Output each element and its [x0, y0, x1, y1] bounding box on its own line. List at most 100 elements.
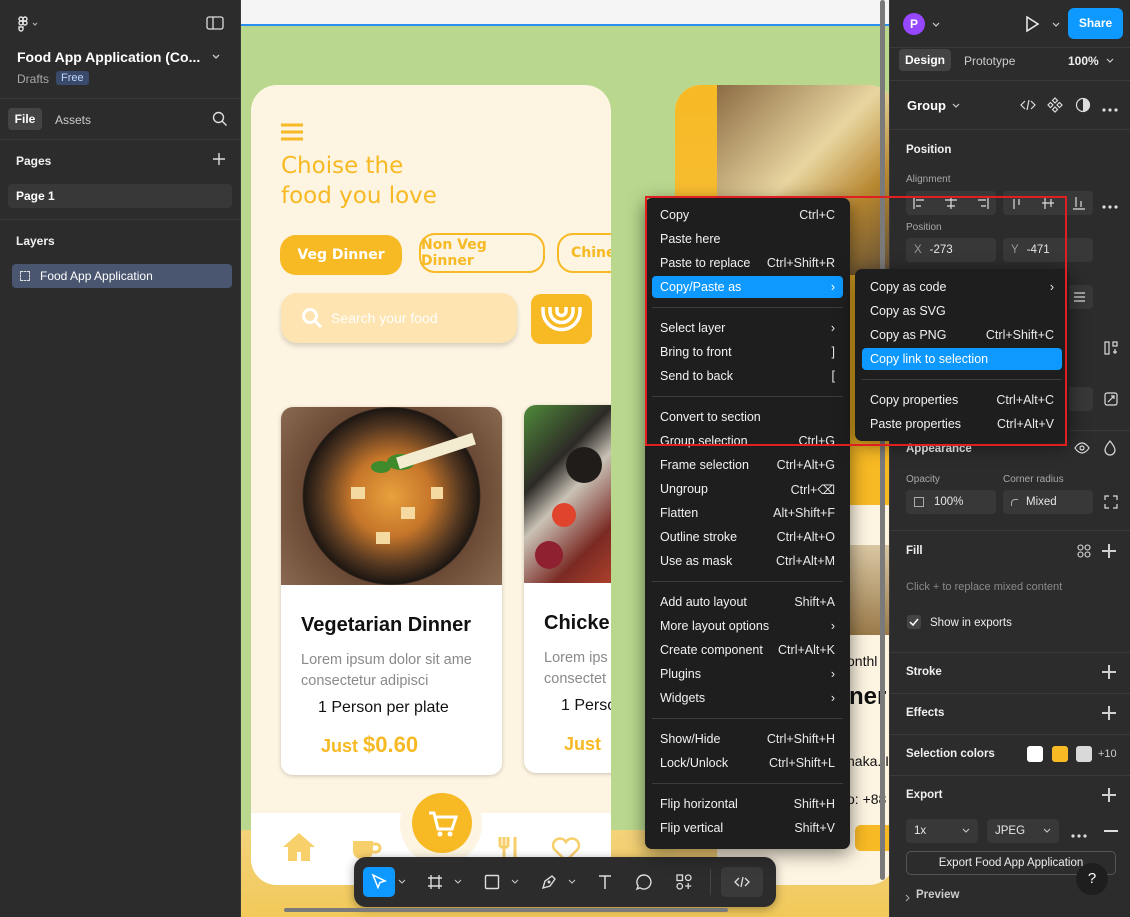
x-position-field[interactable]: X -273 — [906, 238, 996, 262]
present-play-icon[interactable] — [1024, 15, 1040, 33]
toggle-sidebar-icon[interactable] — [206, 16, 224, 30]
pen-tool-button[interactable] — [534, 867, 564, 897]
search-icon[interactable] — [212, 111, 228, 127]
chip-veg-dinner[interactable]: Veg Dinner — [280, 235, 402, 275]
menu-item-bring-to-front[interactable]: Bring to front] — [652, 341, 843, 363]
tab-prototype[interactable]: Prototype — [964, 54, 1015, 68]
figma-menu-icon[interactable] — [14, 14, 42, 34]
align-vertical-group[interactable] — [1003, 191, 1093, 215]
frame-tool-chevron-icon[interactable] — [452, 867, 464, 897]
export-more-icon[interactable] — [1071, 828, 1087, 838]
show-in-exports-checkbox[interactable] — [907, 615, 921, 629]
food-card-vegetarian[interactable]: Vegetarian Dinner Lorem ipsum dolor sit … — [281, 407, 502, 775]
shape-tool-chevron-icon[interactable] — [509, 867, 521, 897]
submenu-item-paste-properties[interactable]: Paste properties Ctrl+Alt+V — [862, 413, 1062, 435]
menu-item-add-auto-layout[interactable]: Add auto layout Shift+A — [652, 591, 843, 613]
remove-export-icon[interactable] — [1104, 830, 1118, 832]
independent-corners-icon[interactable] — [1104, 495, 1118, 509]
menu-item-copy-paste-as[interactable]: Copy/Paste as › — [652, 276, 843, 298]
page-item-page-1[interactable]: Page 1 — [8, 184, 232, 208]
user-avatar[interactable]: P — [903, 13, 925, 35]
add-fill-icon[interactable] — [1102, 544, 1116, 558]
selection-color-swatch-2[interactable] — [1052, 746, 1068, 762]
menu-item-flip-horizontal[interactable]: Flip horizontal Shift+H — [652, 793, 843, 815]
tab-design[interactable]: Design — [899, 49, 951, 71]
fill-styles-icon[interactable] — [1077, 544, 1091, 558]
submenu-item-copy-link-to-selection[interactable]: Copy link to selection — [862, 348, 1062, 370]
preview-label[interactable]: Preview — [916, 889, 959, 901]
comment-tool-button[interactable] — [629, 867, 659, 897]
chip-non-veg-dinner[interactable]: Non Veg Dinner — [419, 233, 545, 273]
menu-item-frame-selection[interactable]: Frame selection Ctrl+Alt+G — [652, 454, 843, 476]
menu-item-select-layer[interactable]: Select layer › — [652, 317, 843, 339]
menu-item-create-component[interactable]: Create component Ctrl+Alt+K — [652, 639, 843, 661]
tab-file[interactable]: File — [8, 108, 42, 130]
phone-frame-home[interactable]: Choise the food you love Veg Dinner Non … — [251, 85, 611, 885]
mask-icon[interactable] — [1075, 97, 1091, 113]
resize-field[interactable] — [1066, 387, 1093, 411]
menu-item-widgets[interactable]: Widgets › — [652, 687, 843, 709]
distribute-more-icon[interactable] — [1102, 199, 1118, 209]
selection-colors-more[interactable]: +10 — [1098, 748, 1117, 760]
menu-item-group-selection[interactable]: Group selection Ctrl+G — [652, 430, 843, 452]
visibility-eye-icon[interactable] — [1074, 441, 1090, 455]
menu-item-outline-stroke[interactable]: Outline stroke Ctrl+Alt+O — [652, 526, 843, 548]
export-format-select[interactable]: JPEG — [987, 819, 1059, 843]
zoom-level[interactable]: 100% — [1068, 54, 1099, 68]
submenu-item-copy-properties[interactable]: Copy properties Ctrl+Alt+C — [862, 389, 1062, 411]
menu-item-more-layout-options[interactable]: More layout options › — [652, 615, 843, 637]
code-icon[interactable] — [1020, 98, 1036, 112]
menu-item-paste-here[interactable]: Paste here — [652, 228, 843, 250]
frame-tool-button[interactable] — [420, 867, 450, 897]
add-export-icon[interactable] — [1102, 788, 1116, 802]
submenu-item-copy-as-code[interactable]: Copy as code › — [862, 276, 1062, 298]
align-horizontal-group[interactable] — [906, 191, 996, 215]
menu-item-flatten[interactable]: Flatten Alt+Shift+F — [652, 502, 843, 524]
group-label[interactable]: Group — [907, 98, 946, 113]
submenu-item-copy-as-svg[interactable]: Copy as SVG — [862, 300, 1062, 322]
present-chevron-icon[interactable] — [1051, 19, 1061, 29]
rotation-field[interactable] — [1066, 285, 1093, 309]
submenu-item-copy-as-png[interactable]: Copy as PNG Ctrl+Shift+C — [862, 324, 1062, 346]
menu-item-plugins[interactable]: Plugins › — [652, 663, 843, 685]
dev-mode-toggle[interactable] — [721, 867, 763, 897]
add-page-icon[interactable] — [212, 152, 226, 166]
actions-tool-button[interactable] — [669, 867, 699, 897]
drafts-label[interactable]: Drafts — [17, 72, 49, 86]
more-options-icon[interactable] — [1102, 102, 1118, 112]
home-icon[interactable] — [281, 831, 317, 863]
avatar-chevron-icon[interactable] — [931, 19, 941, 29]
menu-item-use-as-mask[interactable]: Use as mask Ctrl+Alt+M — [652, 550, 843, 572]
menu-item-show-hide[interactable]: Show/Hide Ctrl+Shift+H — [652, 728, 843, 750]
shape-tool-button[interactable] — [477, 867, 507, 897]
food-search-bar[interactable]: Search your food — [281, 293, 517, 343]
chip-chinese[interactable]: Chine — [557, 233, 611, 273]
blend-mode-drop-icon[interactable] — [1104, 440, 1116, 456]
menu-item-paste-to-replace[interactable]: Paste to replace Ctrl+Shift+R — [652, 252, 843, 274]
menu-item-lock-unlock[interactable]: Lock/Unlock Ctrl+Shift+L — [652, 752, 843, 774]
share-button[interactable]: Share — [1068, 8, 1123, 39]
component-icon[interactable] — [1047, 97, 1063, 113]
zoom-chevron-icon[interactable] — [1105, 55, 1115, 65]
filter-button[interactable] — [531, 294, 592, 344]
selection-color-swatch-3[interactable] — [1076, 746, 1092, 762]
corner-radius-field[interactable]: Mixed — [1003, 490, 1093, 514]
layer-item-food-app[interactable]: Food App Application — [12, 264, 232, 288]
file-title[interactable]: Food App Application (Co... — [17, 49, 200, 65]
horizontal-scrollbar[interactable] — [284, 908, 728, 912]
cart-fab-button[interactable] — [412, 793, 472, 853]
constraints-icon[interactable] — [1103, 340, 1119, 356]
help-button[interactable]: ? — [1076, 863, 1108, 895]
add-stroke-icon[interactable] — [1102, 665, 1116, 679]
menu-item-convert-to-section[interactable]: Convert to section — [652, 406, 843, 428]
menu-item-ungroup[interactable]: Ungroup Ctrl+⌫ — [652, 478, 843, 500]
menu-item-send-to-back[interactable]: Send to back [ — [652, 365, 843, 387]
tab-assets[interactable]: Assets — [55, 113, 91, 127]
menu-item-copy[interactable]: Copy Ctrl+C — [652, 204, 843, 226]
file-title-chevron-icon[interactable] — [211, 50, 221, 60]
move-tool-button[interactable] — [363, 867, 395, 897]
move-tool-chevron-icon[interactable] — [396, 867, 408, 897]
group-chevron-icon[interactable] — [951, 100, 961, 110]
clip-content-icon[interactable] — [1104, 392, 1118, 406]
selection-color-swatch-1[interactable] — [1027, 746, 1043, 762]
